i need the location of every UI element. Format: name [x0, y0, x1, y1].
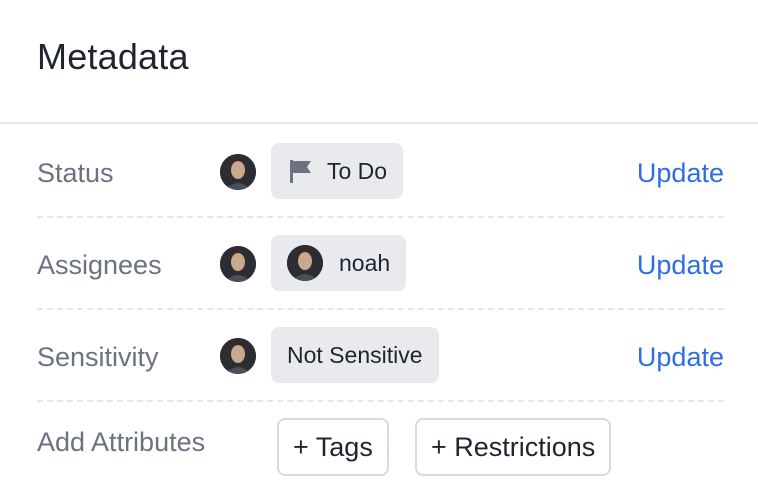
avatar	[220, 154, 256, 190]
avatar	[220, 246, 256, 282]
status-label: Status	[37, 158, 114, 188]
metadata-row-status: Status To Do Update	[37, 124, 724, 218]
assignee-value: noah	[339, 249, 391, 276]
sensitivity-pill[interactable]: Not Sensitive	[271, 327, 439, 383]
add-tags-button[interactable]: + Tags	[277, 418, 389, 476]
status-value: To Do	[327, 157, 388, 184]
add-restrictions-button[interactable]: + Restrictions	[415, 418, 612, 476]
update-sensitivity-button[interactable]: Update	[637, 342, 724, 373]
avatar	[220, 338, 256, 374]
metadata-row-sensitivity: Sensitivity Not Sensitive Update	[37, 308, 724, 402]
add-attributes-label: Add Attributes	[37, 427, 206, 457]
assignees-label: Assignees	[37, 250, 162, 280]
page-title: Metadata	[37, 36, 189, 77]
flag-icon	[287, 157, 315, 185]
sensitivity-label: Sensitivity	[37, 342, 159, 372]
update-assignees-button[interactable]: Update	[637, 250, 724, 281]
avatar	[287, 245, 323, 281]
status-pill[interactable]: To Do	[271, 143, 404, 199]
assignee-pill[interactable]: noah	[271, 235, 407, 291]
update-status-button[interactable]: Update	[637, 158, 724, 189]
sensitivity-value: Not Sensitive	[287, 341, 423, 368]
metadata-row-assignees: Assignees noah Update	[37, 216, 724, 310]
